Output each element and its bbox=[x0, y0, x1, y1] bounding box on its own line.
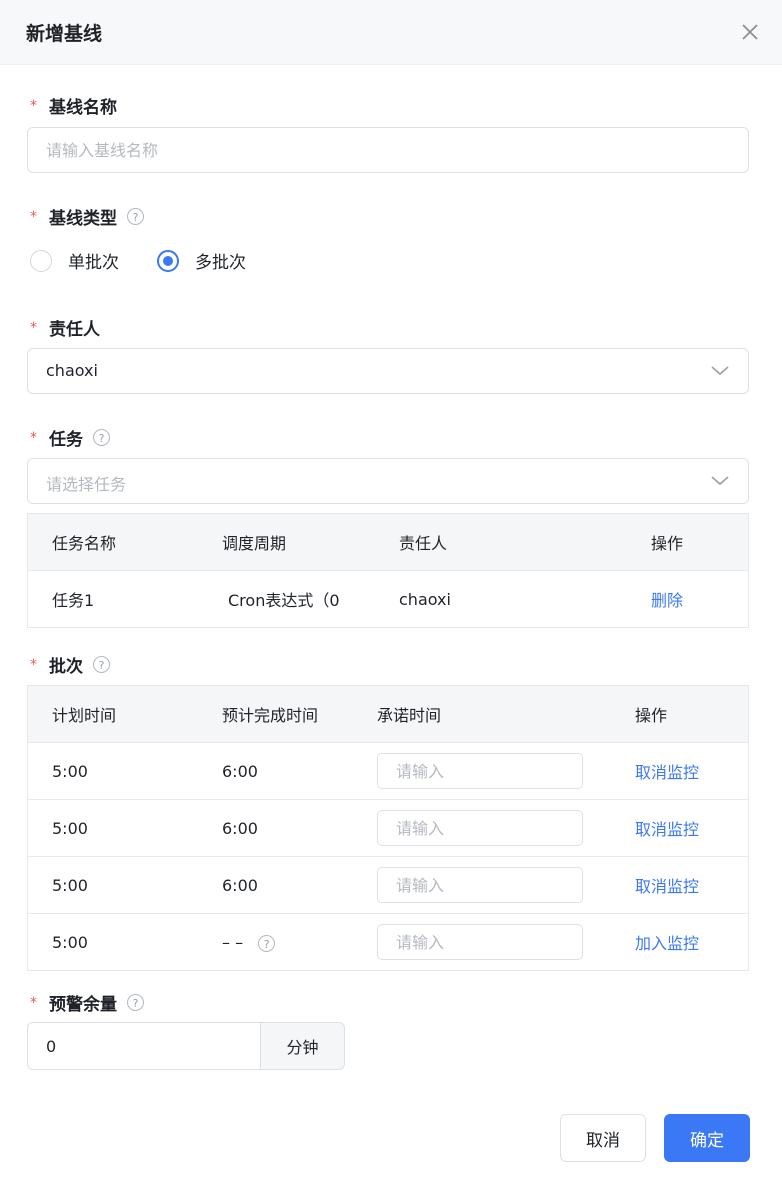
required-mark: * bbox=[30, 319, 37, 336]
cancel-monitor-link[interactable]: 取消监控 bbox=[635, 763, 699, 782]
column-header: 任务名称 bbox=[27, 513, 221, 571]
owner-label: * 责任人 bbox=[30, 315, 100, 341]
warning-margin-field bbox=[27, 1022, 260, 1070]
finish-time-empty: – – bbox=[222, 932, 244, 952]
baseline-name-field bbox=[27, 127, 749, 173]
baseline-name-label-text: 基线名称 bbox=[49, 98, 117, 118]
promise-time-field bbox=[377, 753, 583, 789]
help-icon[interactable]: ? bbox=[127, 208, 144, 225]
task-name-cell: 任务1 bbox=[27, 570, 221, 628]
warning-margin-group: 分钟 bbox=[27, 1022, 345, 1070]
promise-time-field bbox=[377, 924, 583, 960]
table-row: 任务1 Cron表达式（0 chaoxi 删除 bbox=[27, 570, 749, 628]
radio-multi-batch[interactable] bbox=[157, 249, 179, 272]
cancel-button[interactable]: 取消 bbox=[560, 1114, 646, 1162]
help-icon[interactable]: ? bbox=[93, 429, 110, 446]
column-header: 操作 bbox=[650, 513, 749, 571]
radio-single-batch[interactable] bbox=[30, 249, 52, 272]
add-monitor-link[interactable]: 加入监控 bbox=[635, 934, 699, 953]
column-header: 计划时间 bbox=[27, 685, 221, 743]
close-icon[interactable] bbox=[738, 20, 762, 44]
column-header: 操作 bbox=[634, 685, 749, 743]
table-header-row: 任务名称 调度周期 责任人 操作 bbox=[27, 513, 749, 571]
batch-table: 计划时间 预计完成时间 承诺时间 操作 5:00 6:00 取消监控 5:00 … bbox=[27, 685, 749, 971]
batch-label: * 批次 ? bbox=[30, 652, 110, 677]
table-row: 5:00 6:00 取消监控 bbox=[27, 799, 749, 857]
column-header: 调度周期 bbox=[221, 513, 398, 571]
table-row: 5:00 6:00 取消监控 bbox=[27, 856, 749, 914]
table-header-row: 计划时间 预计完成时间 承诺时间 操作 bbox=[27, 685, 749, 743]
required-mark: * bbox=[30, 97, 37, 114]
table-row: 5:00 6:00 取消监控 bbox=[27, 742, 749, 800]
column-header: 预计完成时间 bbox=[221, 685, 376, 743]
plan-time-cell: 5:00 bbox=[27, 799, 221, 857]
task-owner-cell: chaoxi bbox=[398, 570, 650, 628]
promise-time-field bbox=[377, 867, 583, 903]
dialog-header: 新增基线 bbox=[0, 0, 782, 65]
chevron-down-icon bbox=[711, 366, 729, 376]
plan-time-cell: 5:00 bbox=[27, 856, 221, 914]
radio-single-batch-label[interactable]: 单批次 bbox=[68, 248, 119, 273]
plan-time-cell: 5:00 bbox=[27, 742, 221, 800]
task-select-placeholder: 请选择任务 bbox=[46, 475, 127, 494]
delete-task-link[interactable]: 删除 bbox=[651, 591, 683, 610]
warning-margin-label-text: 预警余量 bbox=[49, 995, 117, 1015]
unit-addon: 分钟 bbox=[260, 1022, 345, 1070]
help-icon[interactable]: ? bbox=[93, 656, 110, 673]
promise-time-input[interactable] bbox=[378, 868, 582, 902]
batch-label-text: 批次 bbox=[49, 657, 83, 677]
required-mark: * bbox=[30, 994, 37, 1011]
help-icon[interactable]: ? bbox=[258, 934, 276, 952]
promise-time-input[interactable] bbox=[378, 811, 582, 845]
owner-label-text: 责任人 bbox=[49, 320, 100, 340]
finish-time-cell: 6:00 bbox=[221, 742, 376, 800]
warning-margin-input[interactable] bbox=[28, 1023, 260, 1069]
finish-time-cell: 6:00 bbox=[221, 856, 376, 914]
cancel-monitor-link[interactable]: 取消监控 bbox=[635, 877, 699, 896]
cancel-monitor-link[interactable]: 取消监控 bbox=[635, 820, 699, 839]
finish-time-cell: 6:00 bbox=[221, 799, 376, 857]
promise-time-field bbox=[377, 810, 583, 846]
column-header: 承诺时间 bbox=[376, 685, 634, 743]
owner-select-value: chaoxi bbox=[46, 361, 98, 380]
task-label: * 任务 ? bbox=[30, 425, 110, 450]
owner-select[interactable]: chaoxi bbox=[27, 348, 749, 394]
baseline-name-label: * 基线名称 bbox=[30, 93, 117, 119]
radio-multi-batch-label[interactable]: 多批次 bbox=[195, 248, 246, 273]
table-row: 5:00 – – ? 加入监控 bbox=[27, 913, 749, 971]
baseline-type-label: * 基线类型 ? bbox=[30, 204, 144, 229]
baseline-name-input[interactable] bbox=[28, 128, 748, 172]
baseline-type-radio-group: 单批次 多批次 bbox=[30, 248, 284, 273]
dialog-title: 新增基线 bbox=[26, 23, 103, 45]
task-select[interactable]: 请选择任务 bbox=[27, 458, 749, 504]
column-header: 责任人 bbox=[398, 513, 650, 571]
required-mark: * bbox=[30, 208, 37, 225]
promise-time-input[interactable] bbox=[378, 925, 582, 959]
baseline-type-label-text: 基线类型 bbox=[49, 209, 117, 229]
required-mark: * bbox=[30, 656, 37, 673]
required-mark: * bbox=[30, 429, 37, 446]
warning-margin-label: * 预警余量 ? bbox=[30, 990, 144, 1015]
task-table: 任务名称 调度周期 责任人 操作 任务1 Cron表达式（0 chaoxi 删除 bbox=[27, 513, 749, 628]
chevron-down-icon bbox=[711, 476, 729, 486]
help-icon[interactable]: ? bbox=[127, 994, 144, 1011]
plan-time-cell: 5:00 bbox=[27, 913, 221, 971]
task-cycle-cell: Cron表达式（0 bbox=[221, 570, 398, 628]
confirm-button[interactable]: 确定 bbox=[664, 1114, 750, 1162]
promise-time-input[interactable] bbox=[378, 754, 582, 788]
finish-time-cell: – – ? bbox=[221, 913, 376, 971]
task-label-text: 任务 bbox=[49, 430, 83, 450]
